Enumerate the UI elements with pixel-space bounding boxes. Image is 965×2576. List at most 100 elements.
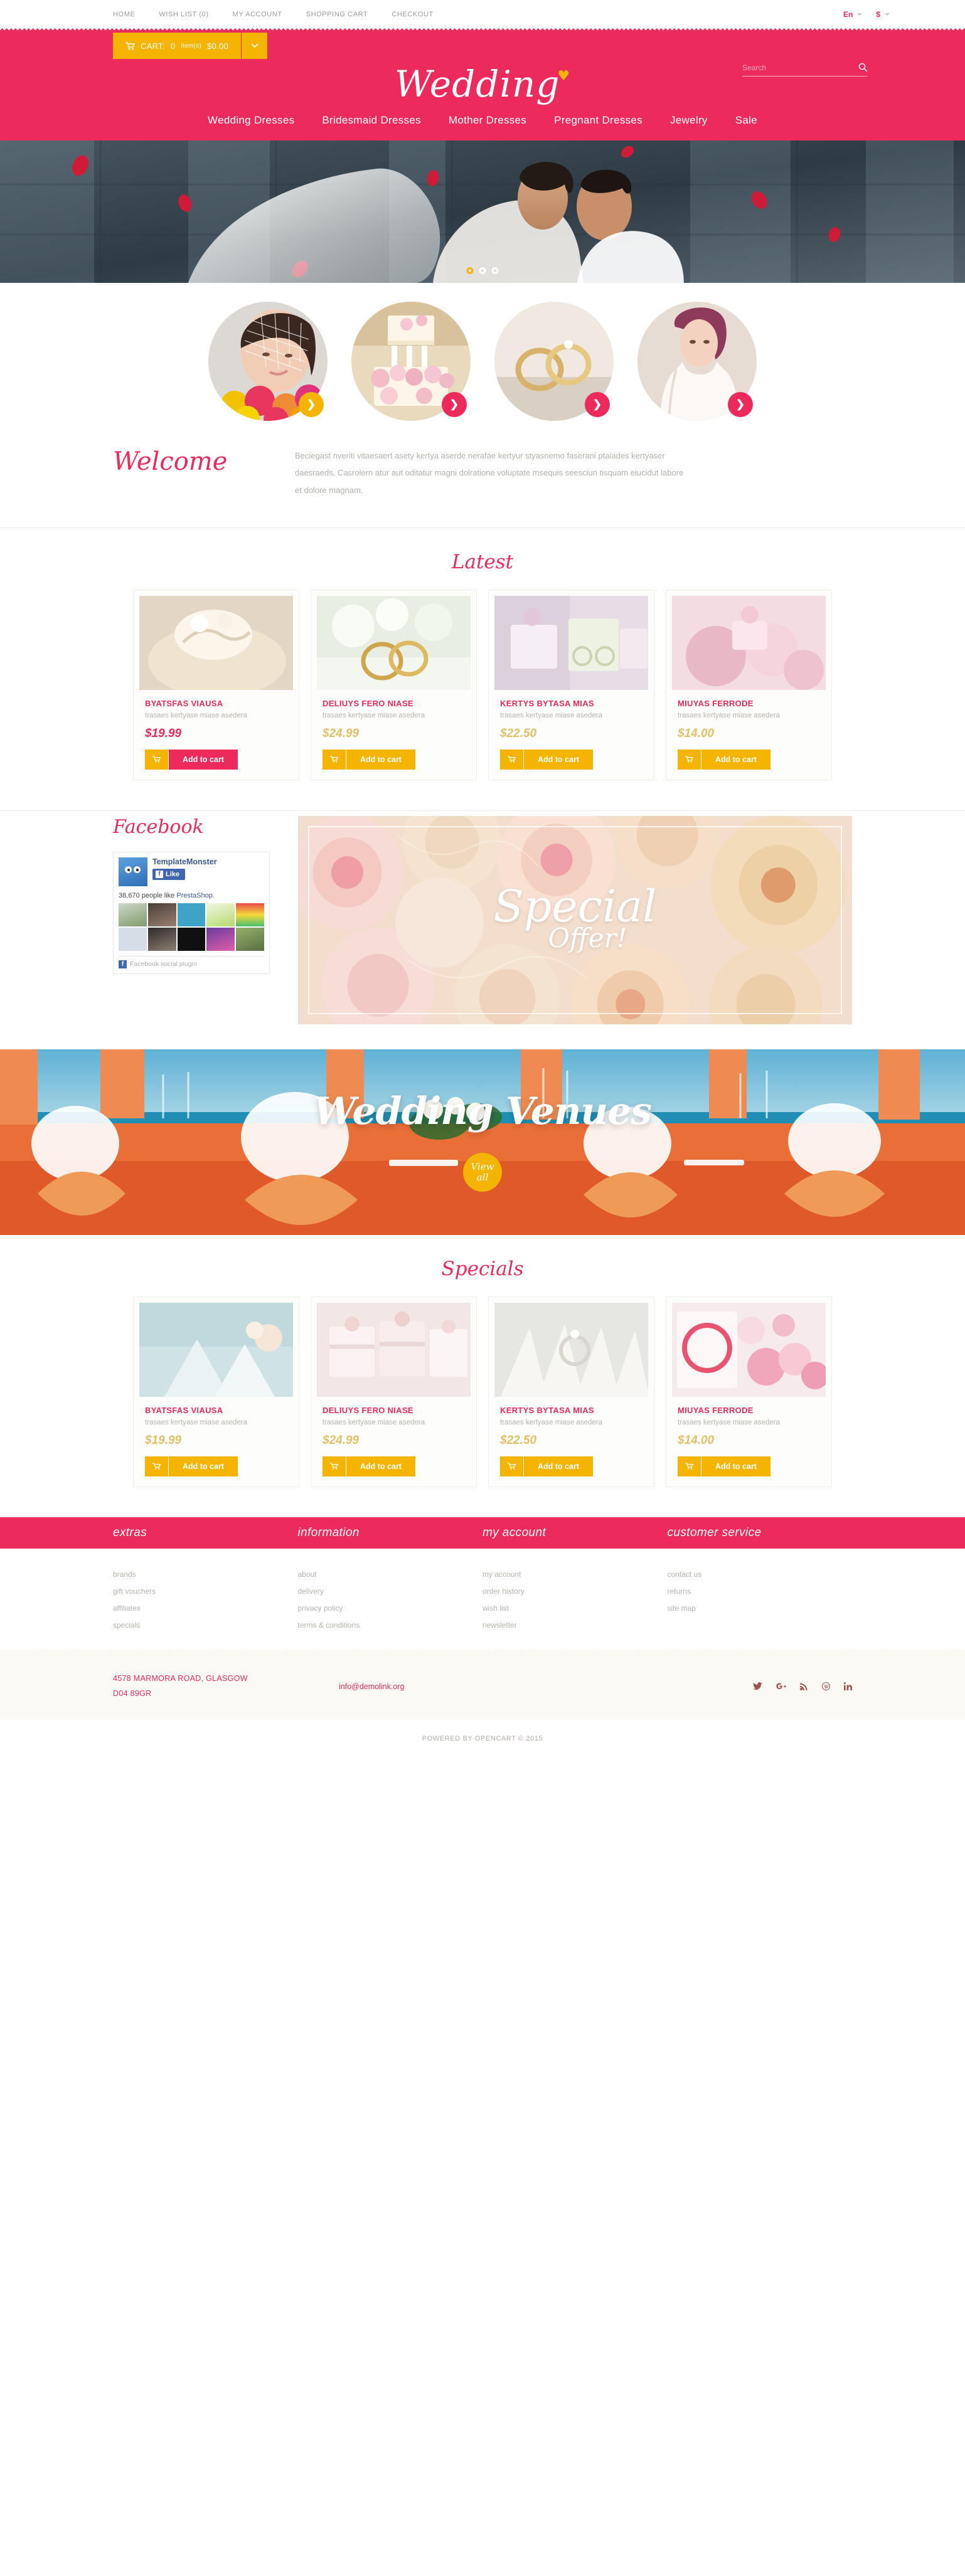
product-thumbnail[interactable] <box>139 595 293 690</box>
category-circle-bride-veil[interactable]: ❯ <box>208 302 328 421</box>
facebook-page-name[interactable]: TemplateMonster <box>152 857 217 866</box>
nav-item-pregnant-dresses[interactable]: Pregnant Dresses <box>554 114 642 127</box>
topnav-item-wish-list[interactable]: WISH LIST (0) <box>159 11 208 18</box>
footer-link-privacy-policy[interactable]: privacy policy <box>298 1604 483 1613</box>
category-arrow-icon[interactable]: ❯ <box>299 392 324 417</box>
cart-icon[interactable] <box>323 1456 346 1476</box>
product-card[interactable]: KERTYS BYTASA MIAS trasaes kertyase mias… <box>488 1296 654 1487</box>
add-to-cart-button[interactable]: Add to cart <box>169 1456 238 1476</box>
product-thumbnail[interactable] <box>317 1302 471 1397</box>
product-info: MIUYAS FERRODE trasaes kertyase miase as… <box>672 1397 826 1476</box>
add-to-cart-button[interactable]: Add to cart <box>346 749 415 770</box>
product-card[interactable]: MIUYAS FERRODE trasaes kertyase miase as… <box>666 589 832 780</box>
product-name[interactable]: MIUYAS FERRODE <box>678 699 820 708</box>
footer-link-contact-us[interactable]: contact us <box>668 1570 853 1579</box>
cart-icon[interactable] <box>678 1456 701 1476</box>
add-to-cart-button[interactable]: Add to cart <box>524 1456 593 1476</box>
special-offer-banner[interactable]: Special Offer! <box>298 815 852 1024</box>
nav-item-wedding-dresses[interactable]: Wedding Dresses <box>208 114 294 127</box>
currency-selector[interactable]: $ <box>876 10 890 19</box>
product-thumbnail[interactable] <box>672 1302 826 1397</box>
product-name[interactable]: DELIUYS FERO NIASE <box>323 699 465 708</box>
product-thumbnail[interactable] <box>494 595 648 690</box>
footer-link-gift-vouchers[interactable]: gift vouchers <box>113 1587 298 1596</box>
product-thumbnail[interactable] <box>139 1302 293 1397</box>
product-name[interactable]: MIUYAS FERRODE <box>678 1406 820 1415</box>
add-to-cart-button[interactable]: Add to cart <box>701 1456 770 1476</box>
footer-link-brands[interactable]: brands <box>113 1570 298 1579</box>
product-image <box>672 1302 826 1397</box>
cart-dropdown-toggle[interactable] <box>241 33 268 59</box>
add-to-cart-button[interactable]: Add to cart <box>701 749 770 770</box>
product-name[interactable]: KERTYS BYTASA MIAS <box>500 699 642 708</box>
category-arrow-icon[interactable]: ❯ <box>585 392 610 417</box>
product-card[interactable]: KERTYS BYTASA MIAS trasaes kertyase mias… <box>488 589 654 780</box>
product-name[interactable]: DELIUYS FERO NIASE <box>323 1406 465 1415</box>
nav-item-bridesmaid-dresses[interactable]: Bridesmaid Dresses <box>322 114 421 127</box>
footer-link-returns[interactable]: returns <box>668 1587 853 1596</box>
slider-dot-2[interactable] <box>479 267 486 274</box>
category-circle-wedding-cake[interactable]: ❯ <box>351 302 471 421</box>
rss-icon[interactable] <box>800 1682 808 1691</box>
cart-icon[interactable] <box>500 749 524 770</box>
cart-button[interactable]: CART: 0 item(s) $0.00 <box>113 33 242 59</box>
google-plus-icon[interactable] <box>776 1682 786 1690</box>
footer-link-site-map[interactable]: site map <box>668 1604 853 1613</box>
twitter-icon[interactable] <box>753 1682 762 1690</box>
product-card[interactable]: DELIUYS FERO NIASE trasaes kertyase mias… <box>311 589 477 780</box>
topnav-item-shopping-cart[interactable]: SHOPPING CART <box>306 11 368 18</box>
cart-icon[interactable] <box>500 1456 524 1476</box>
category-circle-wedding-rings[interactable]: ❯ <box>494 302 614 421</box>
product-card[interactable]: DELIUYS FERO NIASE trasaes kertyase mias… <box>311 1296 477 1487</box>
topnav-item-checkout[interactable]: CHECKOUT <box>392 11 434 18</box>
footer-link-order-history[interactable]: order history <box>482 1587 668 1596</box>
footer-link-affiliates[interactable]: affiliates <box>113 1604 298 1613</box>
footer-link-delivery[interactable]: delivery <box>298 1587 483 1596</box>
add-to-cart-button[interactable]: Add to cart <box>169 749 238 770</box>
cart-icon[interactable] <box>678 749 701 770</box>
product-card[interactable]: BYATSFAS VIAUSA trasaes kertyase miase a… <box>133 1296 299 1487</box>
topnav-item-my-account[interactable]: MY ACCOUNT <box>233 11 282 18</box>
nav-item-jewelry[interactable]: Jewelry <box>670 114 708 127</box>
add-to-cart-button[interactable]: Add to cart <box>524 749 593 770</box>
footer-link-newsletter[interactable]: newsletter <box>482 1621 668 1630</box>
cart-icon[interactable] <box>145 1456 169 1476</box>
linkedin-icon[interactable] <box>844 1682 852 1691</box>
nav-item-mother-dresses[interactable]: Mother Dresses <box>449 114 526 127</box>
product-thumbnail[interactable] <box>494 1302 648 1397</box>
facebook-like-button[interactable]: f Like <box>152 868 186 880</box>
category-arrow-icon[interactable]: ❯ <box>728 392 753 417</box>
product-card[interactable]: MIUYAS FERRODE trasaes kertyase miase as… <box>666 1296 832 1487</box>
cart-icon[interactable] <box>323 749 346 770</box>
slider-dot-1[interactable] <box>466 267 474 274</box>
cart-icon[interactable] <box>145 749 169 770</box>
facebook-widget[interactable]: TemplateMonster f Like 38,670 people lik… <box>113 851 270 974</box>
product-thumbnail[interactable] <box>317 595 471 690</box>
hero-slider[interactable] <box>0 140 965 283</box>
wedding-venues-banner[interactable]: Wedding Venues View all <box>0 1049 965 1235</box>
footer-link-terms-conditions[interactable]: terms & conditions <box>298 1621 483 1630</box>
footer-link-my-account[interactable]: my account <box>482 1570 668 1579</box>
footer-link-specials[interactable]: specials <box>113 1621 298 1630</box>
nav-item-sale[interactable]: Sale <box>735 114 757 127</box>
product-name[interactable]: KERTYS BYTASA MIAS <box>500 1406 642 1415</box>
product-thumbnail[interactable] <box>672 595 826 690</box>
category-arrow-icon[interactable]: ❯ <box>442 392 467 417</box>
product-name[interactable]: BYATSFAS VIAUSA <box>145 1406 287 1415</box>
category-circle-bride-dress[interactable]: ❯ <box>637 302 757 421</box>
footer-link-wish-list[interactable]: wish list <box>482 1604 668 1613</box>
footer-link-about[interactable]: about <box>298 1570 483 1579</box>
pinterest-icon[interactable] <box>822 1682 830 1691</box>
add-to-cart-button[interactable]: Add to cart <box>346 1456 415 1476</box>
slider-dot-3[interactable] <box>491 267 499 274</box>
language-selector[interactable]: En <box>843 10 863 19</box>
view-all-button[interactable]: View all <box>463 1152 502 1192</box>
product-image <box>139 1302 293 1397</box>
site-logo[interactable]: Wedding♥ <box>0 63 965 105</box>
product-card[interactable]: BYATSFAS VIAUSA trasaes kertyase miase a… <box>133 589 299 780</box>
topnav-item-home[interactable]: HOME <box>113 11 135 18</box>
email-link[interactable]: info@demolink.org <box>339 1682 404 1691</box>
facebook-count-link[interactable]: PrestaShop. <box>176 892 215 899</box>
product-price: $14.00 <box>678 1433 715 1447</box>
product-name[interactable]: BYATSFAS VIAUSA <box>145 699 287 708</box>
